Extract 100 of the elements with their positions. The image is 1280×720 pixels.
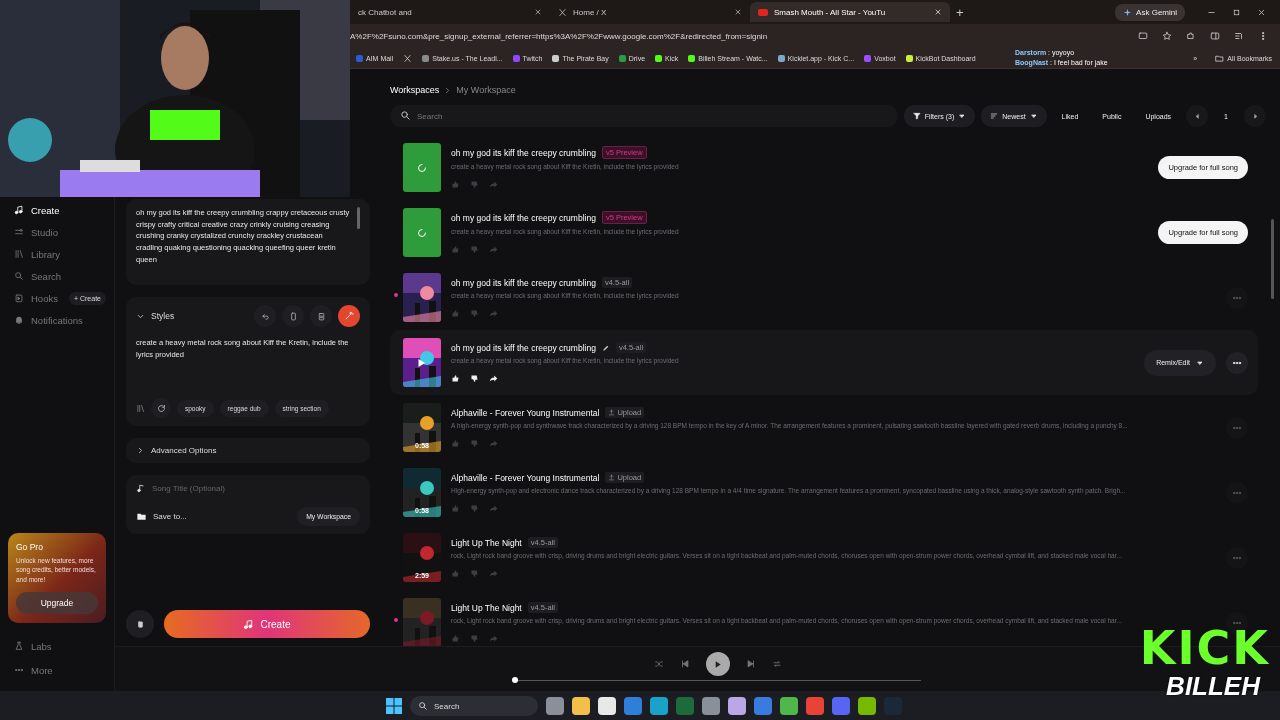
taskbar-app-icon[interactable]	[832, 697, 850, 715]
taskbar-app-icon[interactable]	[624, 697, 642, 715]
lyrics-toggle-button[interactable]	[126, 610, 154, 638]
thumbs-up-icon	[451, 504, 460, 513]
taskbar-app-icon[interactable]	[650, 697, 668, 715]
next-page-button[interactable]	[1244, 105, 1266, 127]
thumbs-up-icon	[451, 180, 460, 189]
search-icon	[418, 701, 428, 711]
create-button[interactable]: Create	[164, 610, 370, 638]
taskbar-app-icon[interactable]	[546, 697, 564, 715]
share-icon	[489, 439, 498, 448]
song-title[interactable]: oh my god its kiff the creepy crumbling	[451, 212, 596, 223]
clipboard-button[interactable]	[310, 305, 332, 327]
taskbar-app-icon[interactable]	[780, 697, 798, 715]
nav-item[interactable]: Create	[14, 199, 106, 221]
upgrade-button[interactable]: Upgrade	[16, 592, 98, 614]
scrollbar[interactable]	[1271, 219, 1274, 299]
nav-item[interactable]: Library	[14, 243, 106, 265]
browser-tab[interactable]: Home / X	[550, 2, 750, 22]
progress-handle[interactable]	[511, 677, 518, 683]
lyrics-box[interactable]	[126, 199, 370, 285]
play-button[interactable]	[705, 652, 730, 676]
search-icon	[14, 271, 24, 281]
share-icon	[489, 504, 498, 513]
nav-item[interactable]: More	[14, 659, 106, 681]
undo-icon	[260, 311, 270, 321]
breadcrumb-link[interactable]: Workspaces	[390, 85, 440, 95]
taskbar-app-icon[interactable]	[806, 697, 824, 715]
ask-gemini-button[interactable]: Ask Gemini	[1115, 3, 1185, 21]
thumbs-down-icon	[470, 309, 479, 318]
styles-label[interactable]: Styles	[151, 311, 175, 321]
music-note-icon	[243, 618, 255, 630]
song-title[interactable]: Light Up The Night	[451, 537, 522, 548]
thumbs-down-icon	[470, 245, 479, 254]
thumbs-up-icon	[451, 439, 460, 448]
song-title[interactable]: Alphaville - Forever Young Instrumental	[451, 472, 600, 483]
refresh-button[interactable]	[151, 398, 171, 419]
breadcrumb-current: My Workspace	[456, 85, 516, 95]
nav-item[interactable]: Notifications	[14, 309, 106, 331]
caret-icon	[958, 112, 967, 120]
taskbar-app-icon[interactable]	[754, 697, 772, 715]
library-icon	[136, 403, 145, 413]
taskbar-app-icon[interactable]	[728, 697, 746, 715]
caret-right-icon	[1251, 112, 1259, 120]
media-icon	[1234, 31, 1244, 41]
search-field[interactable]: Search	[390, 105, 898, 127]
sort-icon	[990, 112, 999, 120]
thumbs-down-icon	[470, 374, 479, 383]
magic-wand-button[interactable]	[338, 305, 360, 327]
previous-page-button[interactable]	[1186, 105, 1209, 127]
share-icon	[489, 309, 498, 318]
song-title[interactable]: oh my god its kiff the creepy crumbling	[451, 147, 596, 158]
pencil-icon[interactable]	[601, 343, 610, 352]
new-tab-button[interactable]: +	[956, 4, 964, 20]
clipboard-icon	[316, 311, 326, 321]
taskbar-app-icon[interactable]	[572, 697, 590, 715]
scrollbar[interactable]	[356, 207, 360, 229]
more-button[interactable]	[1226, 351, 1248, 374]
music-note-icon	[136, 483, 146, 494]
undo-button[interactable]	[254, 305, 276, 327]
thumbs-down-icon	[470, 634, 479, 643]
nav-item[interactable]: Studio	[14, 221, 106, 243]
browser-tab[interactable]: Smash Mouth - All Star - YouTu	[750, 2, 950, 22]
phone-button[interactable]	[282, 305, 304, 327]
flask-icon	[14, 641, 24, 651]
thumbs-down-icon	[470, 180, 479, 189]
advanced-options[interactable]: Advanced Options	[126, 438, 370, 464]
sliders-icon	[14, 227, 24, 237]
thumbs-down-icon	[470, 439, 479, 448]
close-icon	[534, 8, 542, 16]
sidepanel-icon	[1210, 31, 1220, 41]
upload-icon	[608, 409, 616, 416]
song-title[interactable]: Alphaville - Forever Young Instrumental	[451, 407, 600, 418]
next-icon	[745, 659, 756, 669]
magic-wand-icon	[344, 311, 354, 321]
logo-text: KICK	[1139, 625, 1270, 671]
x-logo-icon	[403, 53, 413, 63]
song-title-field[interactable]: Song Title (Optional)	[152, 483, 360, 493]
share-icon	[489, 634, 498, 643]
logo-text: BILLEH	[1166, 671, 1260, 701]
taskbar-app-icon[interactable]	[858, 697, 876, 715]
taskbar-search[interactable]: Search	[410, 696, 538, 716]
music-note-icon	[14, 205, 24, 215]
close-icon	[934, 8, 942, 16]
caret-icon	[1029, 112, 1038, 120]
taskbar-app-icon[interactable]	[598, 697, 616, 715]
nav-item[interactable]: Labs	[14, 635, 106, 657]
library-icon	[14, 249, 24, 259]
browser-tab[interactable]: ck Chatbot and	[350, 2, 550, 22]
close-icon	[734, 8, 742, 16]
windows-start-icon[interactable]	[386, 698, 402, 714]
song-title[interactable]: Light Up The Night	[451, 602, 522, 613]
caret-icon	[1196, 358, 1204, 367]
song-title[interactable]: oh my god its kiff the creepy crumbling	[451, 277, 596, 288]
song-title[interactable]: oh my god its kiff the creepy crumbling	[451, 342, 596, 353]
shuffle-icon	[653, 659, 664, 669]
taskbar-app-icon[interactable]	[702, 697, 720, 715]
folder-icon	[1215, 53, 1225, 63]
nav-item[interactable]: Search	[14, 265, 106, 287]
share-icon	[489, 180, 498, 189]
